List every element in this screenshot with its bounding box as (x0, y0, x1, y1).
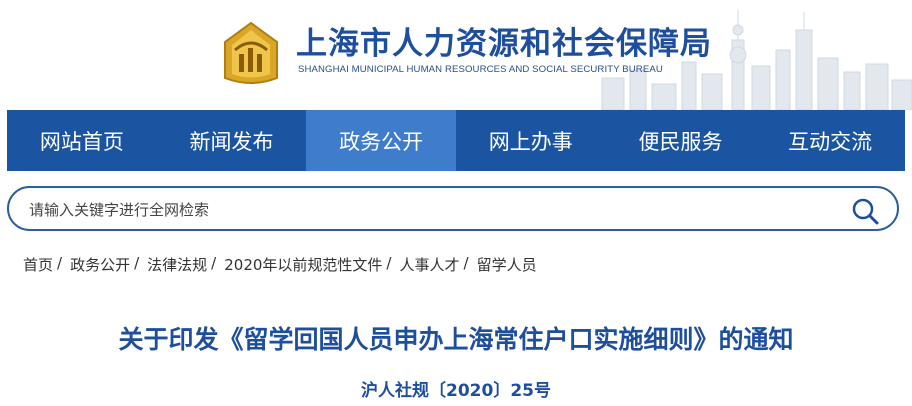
article-title: 关于印发《留学回国人员申办上海常住户口实施细则》的通知 (118, 325, 794, 354)
breadcrumb-overseas-students[interactable]: 留学人员 (477, 254, 537, 275)
breadcrumb-separator: / (57, 254, 63, 272)
breadcrumb-personnel[interactable]: 人事人才 (399, 254, 459, 275)
search-bar (7, 186, 899, 231)
main-nav: 网站首页 新闻发布 政务公开 网上办事 便民服务 互动交流 (7, 110, 905, 171)
breadcrumb: 首页 / 政务公开 / 法律法规/ 2020年以前规范性文件 / 人事人才 / 留学人员 (23, 254, 537, 275)
breadcrumb-home[interactable]: 首页 (23, 254, 53, 275)
breadcrumb-separator: / (463, 254, 469, 272)
nav-item-news[interactable]: 新闻发布 (157, 110, 307, 171)
breadcrumb-separator: / (134, 254, 140, 272)
nav-item-public-services[interactable]: 便民服务 (606, 110, 756, 171)
nav-item-government-affairs[interactable]: 政务公开 (306, 110, 456, 171)
breadcrumb-separator: / (211, 254, 217, 272)
bureau-emblem-icon (224, 21, 278, 84)
nav-item-online-services[interactable]: 网上办事 (456, 110, 606, 171)
document-number: 沪人社规〔2020〕25号 (361, 381, 551, 401)
search-input[interactable] (27, 197, 831, 223)
nav-item-interaction[interactable]: 互动交流 (755, 110, 905, 171)
search-icon[interactable] (851, 197, 879, 225)
site-title: 上海市人力资源和社会保障局 (296, 26, 712, 62)
site-subtitle: SHANGHAI MUNICIPAL HUMAN RESOURCES AND S… (298, 64, 663, 75)
nav-item-home[interactable]: 网站首页 (7, 110, 157, 171)
breadcrumb-laws[interactable]: 法律法规 (147, 254, 207, 275)
breadcrumb-pre-2020-documents[interactable]: 2020年以前规范性文件 (224, 254, 382, 275)
breadcrumb-government-affairs[interactable]: 政务公开 (70, 254, 130, 275)
site-header: 上海市人力资源和社会保障局 SHANGHAI MUNICIPAL HUMAN R… (0, 0, 912, 110)
breadcrumb-separator: / (386, 254, 392, 272)
